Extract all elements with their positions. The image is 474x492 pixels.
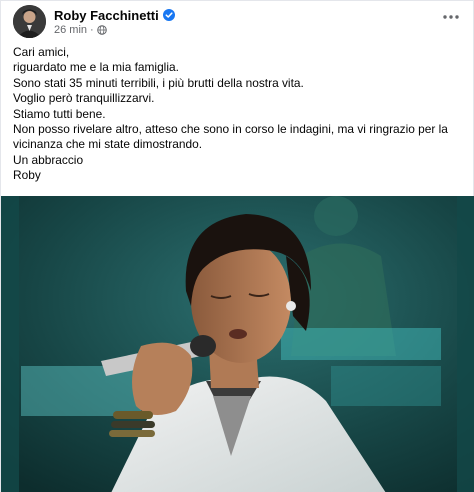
post-line: Voglio però tranquillizzarvi.	[13, 91, 155, 106]
meta-separator: ·	[90, 24, 94, 36]
post-line: Un abbraccio	[13, 152, 84, 167]
post-header: Roby Facchinetti 26 min ·	[13, 5, 463, 39]
post-line: Roby	[13, 168, 41, 183]
post-line: Cari amici,	[13, 45, 70, 59]
post-line: Stiamo tutti bene.	[13, 106, 106, 121]
post-text: Cari amici, riguardato me e la mia famig…	[13, 45, 465, 184]
post-meta: 26 min ·	[54, 24, 107, 36]
facebook-post: Roby Facchinetti 26 min · Cari amici, ri…	[0, 0, 474, 492]
globe-icon[interactable]	[96, 25, 107, 35]
post-line: vicinanza che mi state dimostrando.	[13, 137, 203, 152]
verified-badge-icon	[162, 9, 175, 21]
singer-photo	[1, 196, 474, 492]
post-line: Sono stati 35 minuti terribili, i più br…	[13, 75, 304, 90]
author-avatar[interactable]	[13, 5, 46, 38]
post-line: riguardato me e la mia famiglia.	[13, 60, 179, 75]
more-options-icon[interactable]	[439, 7, 463, 27]
post-timestamp[interactable]: 26 min	[54, 24, 87, 36]
author-name-text[interactable]: Roby Facchinetti	[54, 8, 159, 23]
post-line: Non posso rivelare altro, atteso che son…	[13, 122, 448, 137]
author-name[interactable]: Roby Facchinetti	[54, 8, 175, 23]
post-photo[interactable]	[1, 196, 474, 492]
